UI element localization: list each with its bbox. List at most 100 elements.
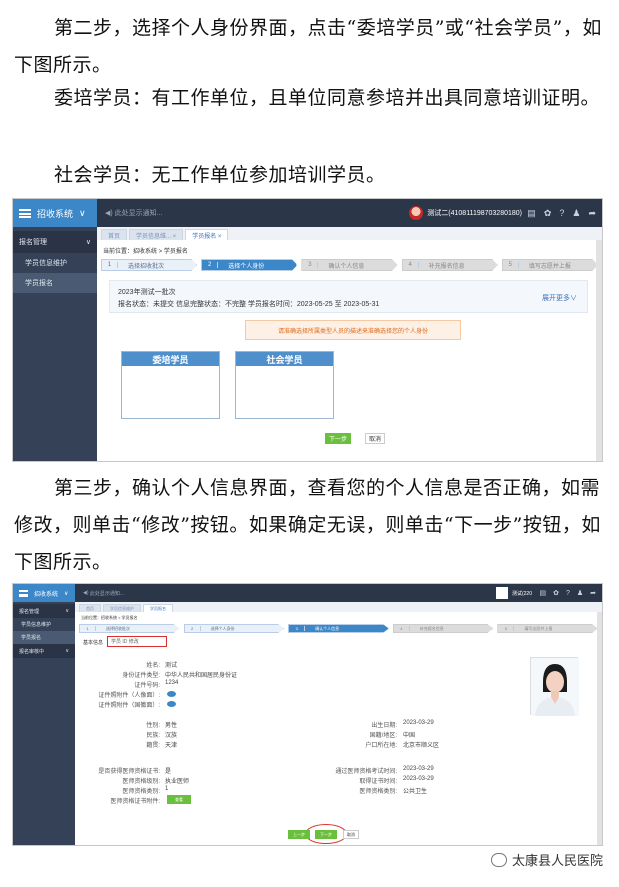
- sidebar: 报名管理 ∨ 学员信息维护 学员报名 报名审核中 ∨: [13, 602, 75, 845]
- system-name: 招收系统: [37, 208, 74, 219]
- system-name: 招收系统: [34, 591, 59, 598]
- cancel-button[interactable]: 取消: [343, 830, 359, 839]
- hamburger-icon[interactable]: [19, 589, 28, 597]
- view-eye-icon[interactable]: [167, 701, 176, 707]
- next-button[interactable]: 下一步: [325, 433, 351, 444]
- tab-enroll[interactable]: 学员报名: [143, 604, 173, 612]
- expand-more-link[interactable]: 展开更多∨: [542, 293, 577, 303]
- sidebar-item-enroll[interactable]: 学员报名: [13, 631, 75, 644]
- step-submit-choice[interactable]: 5 填写志愿并上报: [497, 624, 598, 633]
- screenshot-select-identity: 招收系统 ∨ ◀) 此处显示通知... 测试二(4108111987032801…: [12, 198, 603, 462]
- step-submit-choice[interactable]: 5 填写志愿并上报: [501, 259, 599, 271]
- field-label-gender: 性别:: [146, 723, 160, 729]
- field-label-household: 户口所在地:: [365, 743, 397, 749]
- field-label-birth-date: 出生日期:: [371, 723, 397, 729]
- main-content: 首页 学员信息维护 学员报名 当前位置：招收系统 > 学员报名 1 选择招收批次 …: [75, 602, 602, 845]
- help-icon[interactable]: ?: [559, 208, 564, 218]
- user-info[interactable]: 测试(220: [495, 584, 532, 602]
- commissioned-trainee-label: 委培学员: [122, 352, 219, 366]
- cancel-button[interactable]: 取消: [365, 433, 385, 444]
- tab-enroll[interactable]: 学员报名 ×: [185, 229, 229, 240]
- chevron-down-icon: ∨: [65, 608, 69, 614]
- sidebar-group-enroll[interactable]: 报名管理 ∨: [13, 231, 97, 253]
- tab-bar: 首页 学员信息维护 学员报名: [75, 602, 602, 612]
- sidebar-group-review[interactable]: 报名审核中 ∨: [13, 644, 75, 658]
- toolbar-icons: ▤ ✿ ? ♟ ➦: [539, 584, 596, 602]
- sidebar-group-enroll[interactable]: 报名管理 ∨: [13, 604, 75, 618]
- sidebar-item-trainee-info[interactable]: 学员信息维护: [13, 253, 97, 273]
- commissioned-trainee-card[interactable]: 委培学员: [121, 351, 220, 419]
- chevron-down-icon: ∨: [64, 590, 69, 597]
- hamburger-icon[interactable]: [19, 208, 31, 218]
- step-select-batch[interactable]: 1 选择招收批次: [101, 259, 198, 271]
- field-value-cert-category: 1: [165, 786, 169, 792]
- prev-button[interactable]: 上一步: [288, 830, 310, 839]
- social-trainee-paragraph: 社会学员：无工作单位参加培训学员。: [54, 164, 386, 186]
- batch-title: 2023年测试一批次: [118, 289, 176, 296]
- step3-paragraph: 第三步，确认个人信息界面，查看您的个人信息是否正确，如需修改，则单击“修改”按钮…: [14, 477, 601, 573]
- speaker-icon: ◀): [105, 210, 115, 217]
- sidebar-item-enroll[interactable]: 学员报名: [13, 273, 97, 293]
- user-name: 测试二(410811198703280180): [427, 210, 522, 217]
- commissioned-trainee-paragraph: 委培学员：有工作单位，且单位同意参培并出具同意培训证明。: [54, 87, 601, 109]
- field-value-household: 北京市顺义区: [403, 743, 440, 749]
- logout-icon[interactable]: ➦: [588, 208, 596, 219]
- logout-icon[interactable]: ➦: [590, 589, 596, 597]
- step-select-identity[interactable]: 2 选择个人身份: [201, 259, 298, 271]
- chevron-down-icon: ∨: [79, 207, 86, 218]
- field-label-cert-category: 医师资格类别:: [122, 789, 160, 795]
- step-confirm-info[interactable]: 3 确认个人信息: [301, 259, 398, 271]
- field-value-exam-time: 2023-03-29: [403, 766, 434, 772]
- field-label-native-place: 籍贯:: [146, 743, 160, 749]
- main-content: 首页 学员信息维... × 学员报名 × 当前位置：招收系统 > 学员报名 1选…: [97, 227, 602, 461]
- view-attachment-button[interactable]: 查看: [167, 795, 191, 804]
- field-label-exam-time: 通过医师资格考试时间:: [335, 769, 397, 775]
- next-button[interactable]: 下一步: [315, 830, 337, 839]
- step-supplement-info[interactable]: 4 补充报名信息: [401, 259, 498, 271]
- identity-warning: 请准确选择所属类型人员的描述来准确选择您的个人身份: [245, 320, 461, 340]
- step-supplement-info[interactable]: 4 补充报名信息: [392, 624, 494, 633]
- step-select-identity[interactable]: 2 选择个人身份: [183, 624, 285, 633]
- system-menu[interactable]: 招收系统 ∨: [13, 199, 97, 227]
- notice-text: ◀) 此处显示通知...: [83, 590, 125, 597]
- watermark-text: 太康县人民医院: [511, 854, 603, 869]
- sidebar: 报名管理 ∨ 学员信息维护 学员报名: [13, 227, 97, 461]
- user-settings-icon[interactable]: ♟: [572, 208, 580, 219]
- wizard-steps: 1 选择招收批次 2 选择个人身份 3 确认个人信息 4 补充报名信息 5 填写志愿并上报: [79, 624, 598, 633]
- step-confirm-info[interactable]: 3 确认个人信息: [288, 624, 389, 633]
- portrait-image: [531, 658, 579, 716]
- field-label-ethnicity: 民族:: [146, 733, 160, 739]
- top-bar: 招收系统 ∨ ◀) 此处显示通知... 测试二(4108111987032801…: [13, 199, 602, 227]
- edit-row[interactable]: 学员 ID 修改: [107, 636, 167, 647]
- help-icon[interactable]: ?: [566, 590, 570, 597]
- tab-trainee-info[interactable]: 学员信息维... ×: [129, 229, 184, 240]
- scrollbar[interactable]: [596, 240, 602, 461]
- basic-info-tab[interactable]: 基本信息: [83, 639, 103, 646]
- step2-paragraph: 第二步，选择个人身份界面，点击“委培学员”或“社会学员”，如下图所示。: [14, 17, 602, 76]
- tab-trainee-info[interactable]: 学员信息维护: [103, 604, 141, 612]
- social-trainee-label: 社会学员: [236, 352, 333, 366]
- field-label-id-front: 证件照附件（人像面）:: [98, 693, 160, 699]
- user-info[interactable]: 测试二(410811198703280180): [409, 199, 522, 227]
- tab-home[interactable]: 首页: [101, 229, 128, 240]
- field-value-cert-level: 执业医师: [165, 779, 190, 785]
- field-label-cert-category-2: 医师资格类别:: [359, 789, 397, 795]
- field-label-cert-time: 取得证书时间:: [359, 779, 397, 785]
- sidebar-item-trainee-info[interactable]: 学员信息维护: [13, 618, 75, 631]
- gear-icon[interactable]: ✿: [544, 208, 552, 219]
- tab-bar: 首页 学员信息维... × 学员报名 ×: [97, 227, 602, 240]
- document-icon[interactable]: ▤: [527, 208, 536, 219]
- scrollbar[interactable]: [597, 612, 602, 845]
- social-trainee-card[interactable]: 社会学员: [235, 351, 334, 419]
- view-eye-icon[interactable]: [167, 691, 176, 697]
- document-icon[interactable]: ▤: [539, 589, 546, 597]
- batch-status: 报名状态：未提交 信息完整状态：不完整 学员报名时间：2023-05-25 至 …: [118, 301, 380, 308]
- user-settings-icon[interactable]: ♟: [577, 589, 583, 597]
- tab-home[interactable]: 首页: [79, 604, 101, 612]
- gear-icon[interactable]: ✿: [553, 589, 559, 597]
- system-menu[interactable]: 招收系统 ∨: [13, 584, 75, 602]
- step-select-batch[interactable]: 1 选择招收批次: [79, 624, 180, 633]
- wizard-steps: 1 选择招收批次 2 选择个人身份 3 确认个人信息 4 补充报名信息 5 填写志愿并上报: [101, 259, 599, 271]
- field-label-id-type: 身份证件类型:: [122, 673, 160, 679]
- field-label-has-cert: 是否获得医师资格证书:: [98, 769, 160, 775]
